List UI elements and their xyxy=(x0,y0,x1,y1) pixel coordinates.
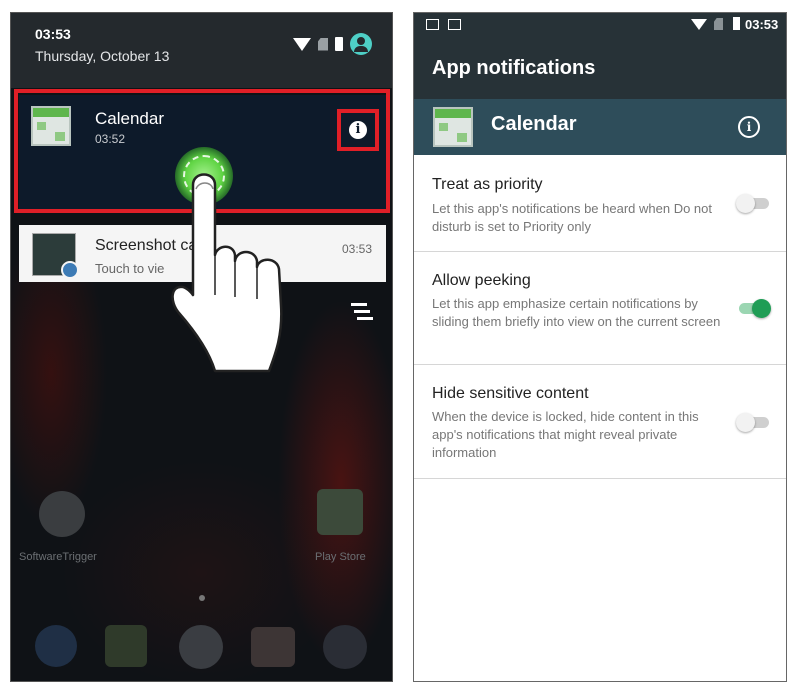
email-app-icon[interactable] xyxy=(251,627,295,667)
wifi-icon xyxy=(691,19,707,30)
account-icon[interactable] xyxy=(350,33,372,55)
notification-icon-1 xyxy=(426,19,439,30)
shade-header: 03:53 Thursday, October 13 xyxy=(11,13,392,88)
status-bar: 03:53 xyxy=(414,13,786,37)
calendar-app-icon xyxy=(433,107,473,147)
screenshot-icon xyxy=(448,19,461,30)
priority-toggle[interactable] xyxy=(736,192,772,214)
app-info-icon[interactable]: i xyxy=(738,116,760,138)
status-time: 03:53 xyxy=(35,26,71,42)
setting-allow-peeking[interactable]: Allow peeking Let this app emphasize cer… xyxy=(414,252,786,365)
setting-description: When the device is locked, hide content … xyxy=(432,409,699,460)
setting-description: Let this app emphasize certain notificat… xyxy=(432,296,721,329)
setting-hide-sensitive-content[interactable]: Hide sensitive content When the device i… xyxy=(414,365,786,479)
messenger-app-icon[interactable] xyxy=(105,625,147,667)
page-indicator xyxy=(199,595,205,601)
app-name: Calendar xyxy=(491,113,577,135)
clear-all-icon[interactable] xyxy=(351,303,373,321)
no-sim-icon xyxy=(714,18,723,30)
screenshot-notification-time: 03:53 xyxy=(341,242,372,256)
battery-icon xyxy=(335,37,343,51)
app-info-icon[interactable]: i xyxy=(349,121,367,139)
app-label-play-store: Play Store xyxy=(315,551,366,563)
battery-icon xyxy=(733,17,740,30)
setting-title: Treat as priority xyxy=(432,176,543,193)
info-highlight-frame: i xyxy=(337,109,379,151)
app-notifications-screen: 03:53 App notifications Calendar i Treat… xyxy=(413,12,787,682)
notification-shade-screen: 03:53 Thursday, October 13 Calendar 03:5… xyxy=(10,12,393,682)
screenshot-notification-body: Touch to vie xyxy=(95,261,165,276)
peeking-toggle[interactable] xyxy=(736,297,772,319)
phone-app-icon[interactable] xyxy=(35,625,77,667)
camera-app-icon[interactable] xyxy=(323,625,367,669)
wifi-icon xyxy=(293,37,311,51)
app-bar: 03:53 App notifications xyxy=(414,13,786,99)
app-header: Calendar i xyxy=(414,99,786,155)
sensitive-content-toggle[interactable] xyxy=(736,411,772,433)
setting-title: Allow peeking xyxy=(432,272,531,289)
setting-title: Hide sensitive content xyxy=(432,385,589,402)
status-date: Thursday, October 13 xyxy=(35,48,170,64)
status-time: 03:53 xyxy=(745,17,779,32)
app-drawer-icon[interactable] xyxy=(179,625,223,669)
app-label-software-trigger: SoftwareTrigger xyxy=(19,551,97,563)
setting-treat-as-priority[interactable]: Treat as priority Let this app's notific… xyxy=(414,155,786,252)
screenshot-thumbnail xyxy=(32,233,79,279)
setting-description: Let this app's notifications be heard wh… xyxy=(432,201,712,234)
status-icons xyxy=(293,33,372,55)
software-trigger-app-icon[interactable] xyxy=(39,491,85,537)
page-title: App notifications xyxy=(432,57,596,79)
pointing-hand-icon xyxy=(171,173,283,373)
no-sim-icon xyxy=(318,37,328,51)
play-store-app-icon[interactable] xyxy=(317,489,363,535)
tap-gesture-illustration xyxy=(163,145,313,385)
